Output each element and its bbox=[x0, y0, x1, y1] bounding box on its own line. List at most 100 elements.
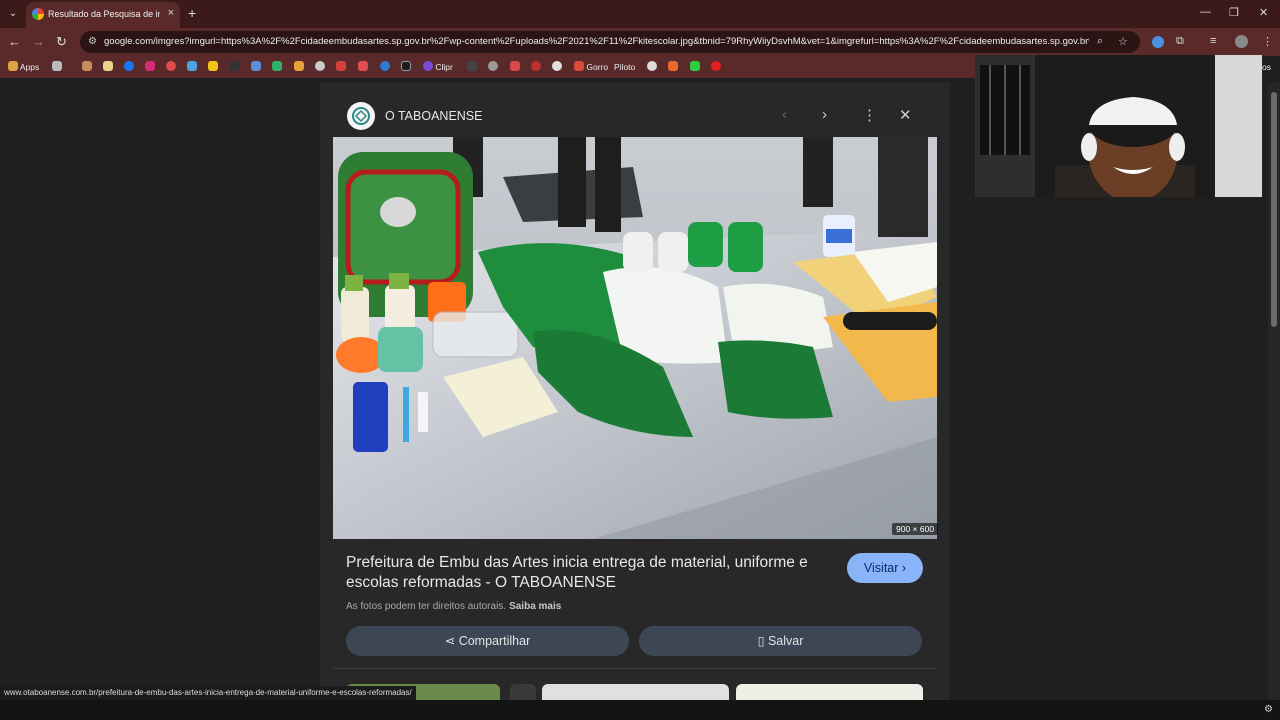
bookmark-14[interactable] bbox=[401, 60, 411, 74]
related-thumbnail[interactable] bbox=[542, 684, 729, 700]
bookmark-icon bbox=[552, 61, 562, 71]
tab-search-icon[interactable]: ⌄ bbox=[4, 5, 22, 23]
chevron-right-icon: › bbox=[901, 561, 907, 575]
status-bar-url: www.otaboanense.com.br/prefeitura-de-emb… bbox=[0, 686, 416, 700]
bookmark-icon bbox=[187, 61, 197, 71]
instagram-icon bbox=[145, 61, 155, 71]
bookmark-icon: ▯ bbox=[757, 634, 768, 648]
url-text[interactable]: google.com/imgres?imgurl=https%3A%2F%2Fc… bbox=[104, 36, 1089, 47]
bookmark-icon bbox=[82, 61, 92, 71]
bookmark-16[interactable] bbox=[488, 60, 498, 74]
bookmark-5[interactable] bbox=[208, 60, 218, 74]
bookmark-13[interactable] bbox=[380, 60, 390, 74]
bookmark-grid[interactable] bbox=[52, 60, 62, 74]
source-logo[interactable] bbox=[347, 102, 375, 130]
previous-image-icon[interactable]: ‹ bbox=[782, 106, 787, 123]
minimize-button[interactable]: — bbox=[1200, 6, 1211, 18]
bookmark-4[interactable] bbox=[187, 60, 197, 74]
result-title[interactable]: Prefeitura de Embu das Artes inicia entr… bbox=[346, 553, 826, 593]
source-name[interactable]: O TABOANENSE bbox=[385, 109, 482, 123]
extensions-puzzle-icon[interactable]: ⧉ bbox=[1176, 35, 1184, 48]
clipr-icon bbox=[423, 61, 433, 71]
bookmark-1[interactable] bbox=[82, 60, 92, 74]
visit-button[interactable]: Visitar › bbox=[847, 553, 923, 583]
save-label: Salvar bbox=[767, 634, 804, 648]
bookmark-icon bbox=[166, 61, 176, 71]
webcam-overlay bbox=[975, 55, 1262, 197]
bookmark-apps[interactable]: Apps bbox=[8, 60, 39, 74]
bookmark-15[interactable] bbox=[467, 60, 477, 74]
bookmark-icon bbox=[103, 61, 113, 71]
bookmark-22[interactable] bbox=[690, 60, 700, 74]
close-window-button[interactable]: ✕ bbox=[1259, 6, 1268, 19]
bookmark-21[interactable] bbox=[668, 60, 678, 74]
bookmark-gorro-label: Gorro bbox=[586, 62, 609, 72]
bookmark-star-icon[interactable]: ☆ bbox=[1118, 35, 1128, 48]
bookmarks-overflow[interactable]: os bbox=[1262, 60, 1271, 74]
bookmark-11[interactable] bbox=[336, 60, 346, 74]
restore-button[interactable]: ❐ bbox=[1229, 6, 1239, 19]
bookmark-7[interactable] bbox=[251, 60, 261, 74]
profile-avatar[interactable] bbox=[1235, 35, 1248, 48]
new-tab-button[interactable]: + bbox=[188, 5, 196, 21]
learn-more-link[interactable]: Saiba mais bbox=[509, 601, 561, 612]
taskbar-strip: ⚙ bbox=[0, 700, 1280, 720]
share-button[interactable]: ⋖ Compartilhar bbox=[346, 626, 629, 656]
more-options-icon[interactable]: ⋮ bbox=[862, 106, 877, 124]
bookmark-apps-label: Apps bbox=[19, 62, 40, 72]
related-thumbnail[interactable] bbox=[510, 684, 536, 700]
more-menu-icon[interactable]: ⋮ bbox=[1262, 35, 1273, 48]
bookmark-18[interactable] bbox=[531, 60, 541, 74]
bookmark-instagram[interactable] bbox=[145, 60, 155, 74]
bookmark-9[interactable] bbox=[294, 60, 304, 74]
bookmark-icon bbox=[711, 61, 721, 71]
bookmark-8[interactable] bbox=[272, 60, 282, 74]
bookmark-icon bbox=[251, 61, 261, 71]
next-image-icon[interactable]: › bbox=[822, 106, 827, 123]
media-controls-icon[interactable]: ≡ bbox=[1210, 35, 1216, 47]
bookmark-icon bbox=[272, 61, 282, 71]
bookmark-gorro[interactable]: Gorro bbox=[574, 60, 608, 74]
zoom-icon[interactable]: ⌕ bbox=[1097, 35, 1103, 48]
preview-image[interactable] bbox=[333, 137, 937, 539]
bookmark-3[interactable] bbox=[166, 60, 176, 74]
bookmark-icon bbox=[488, 61, 498, 71]
bookmark-17[interactable] bbox=[510, 60, 520, 74]
tab-close-icon[interactable]: × bbox=[168, 7, 174, 19]
save-button[interactable]: ▯ Salvar bbox=[639, 626, 922, 656]
bookmark-icon bbox=[358, 61, 368, 71]
school-kit-photo bbox=[333, 137, 937, 539]
close-panel-icon[interactable]: ✕ bbox=[899, 106, 912, 124]
bookmark-icon bbox=[690, 61, 700, 71]
address-bar[interactable]: ⚙ google.com/imgres?imgurl=https%3A%2F%2… bbox=[80, 31, 1140, 53]
bookmark-clipr[interactable]: Clipr bbox=[423, 60, 453, 74]
bookmark-12[interactable] bbox=[358, 60, 368, 74]
site-info-icon[interactable]: ⚙ bbox=[88, 36, 97, 47]
bookmark-20[interactable] bbox=[647, 60, 657, 74]
back-button[interactable]: ← bbox=[8, 34, 21, 49]
bookmark-19[interactable] bbox=[552, 60, 562, 74]
related-thumbnail[interactable] bbox=[736, 684, 923, 700]
facebook-icon bbox=[124, 61, 134, 71]
bookmark-10[interactable] bbox=[315, 60, 325, 74]
browser-tab-active[interactable]: Resultado da Pesquisa de imag × bbox=[26, 2, 180, 28]
image-dimensions-badge: 900 × 600 bbox=[892, 523, 939, 535]
taboanense-logo-icon bbox=[352, 107, 370, 125]
apps-grid-icon bbox=[8, 61, 18, 71]
reload-button[interactable]: ↻ bbox=[56, 34, 67, 50]
page-scrollbar[interactable] bbox=[1268, 82, 1280, 702]
bookmark-facebook[interactable] bbox=[124, 60, 134, 74]
scrollbar-thumb[interactable] bbox=[1271, 92, 1277, 327]
extension-icon[interactable] bbox=[1152, 36, 1164, 48]
settings-icon[interactable]: ⚙ bbox=[1264, 704, 1273, 715]
panel-divider bbox=[333, 668, 937, 669]
bookmark-2[interactable] bbox=[103, 60, 113, 74]
forward-button[interactable]: → bbox=[32, 34, 45, 49]
webcam-feed bbox=[975, 55, 1262, 197]
bookmark-23[interactable] bbox=[711, 60, 721, 74]
bookmark-piloto[interactable]: Piloto bbox=[614, 60, 635, 74]
bookmark-icon bbox=[294, 61, 304, 71]
browser-toolbar: ← → ↻ ⚙ google.com/imgres?imgurl=https%3… bbox=[0, 28, 1280, 56]
bookmark-icon bbox=[315, 61, 325, 71]
bookmark-6[interactable] bbox=[230, 60, 240, 74]
